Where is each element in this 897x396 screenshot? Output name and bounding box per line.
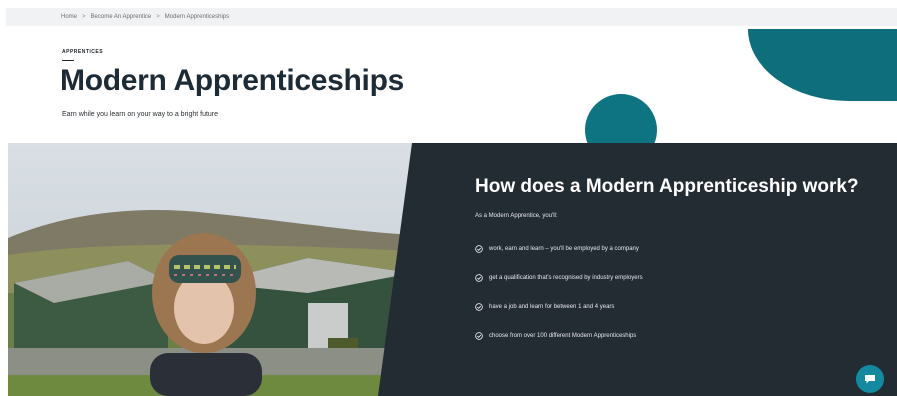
breadcrumb-separator: > [156, 14, 160, 20]
page-eyebrow: APPRENTICES [62, 49, 104, 55]
check-circle-icon [475, 331, 483, 340]
check-circle-icon [475, 302, 483, 311]
breadcrumb-home-link[interactable]: Home [61, 14, 77, 20]
check-circle-icon [475, 244, 483, 253]
benefits-list: work, earn and learn – you'll be employe… [475, 234, 643, 350]
info-panel-title: How does a Modern Apprenticeship work? [475, 176, 859, 197]
list-item-text: get a qualification that's recognised by… [489, 274, 643, 281]
list-item: get a qualification that's recognised by… [475, 263, 643, 292]
decorative-teal-shape [748, 29, 897, 101]
list-item: choose from over 100 different Modern Ap… [475, 321, 643, 350]
chat-bubble-icon [865, 375, 875, 384]
list-item-text: work, earn and learn – you'll be employe… [489, 245, 639, 252]
breadcrumb-current-page: Modern Apprenticeships [164, 14, 230, 20]
page-title: Modern Apprenticeships [60, 64, 404, 97]
info-panel-intro: As a Modern Apprentice, you'll: [475, 213, 558, 219]
list-item: work, earn and learn – you'll be employe… [475, 234, 643, 263]
page-subtitle: Earn while you learn on your way to a br… [62, 111, 219, 118]
info-panel: How does a Modern Apprenticeship work? A… [378, 143, 897, 396]
breadcrumb-separator: > [82, 14, 86, 20]
list-item-text: have a job and learn for between 1 and 4… [489, 303, 615, 310]
breadcrumb-become-apprentice-link[interactable]: Become An Apprentice [91, 14, 152, 20]
hero-photo-apprentice-farm [8, 143, 412, 396]
list-item: have a job and learn for between 1 and 4… [475, 292, 643, 321]
check-circle-icon [475, 273, 483, 282]
eyebrow-divider [62, 60, 74, 61]
chat-button[interactable] [856, 365, 884, 393]
hero-photo-illustration [8, 143, 412, 396]
list-item-text: choose from over 100 different Modern Ap… [489, 332, 637, 339]
breadcrumb: Home > Become An Apprentice > Modern App… [6, 8, 897, 26]
